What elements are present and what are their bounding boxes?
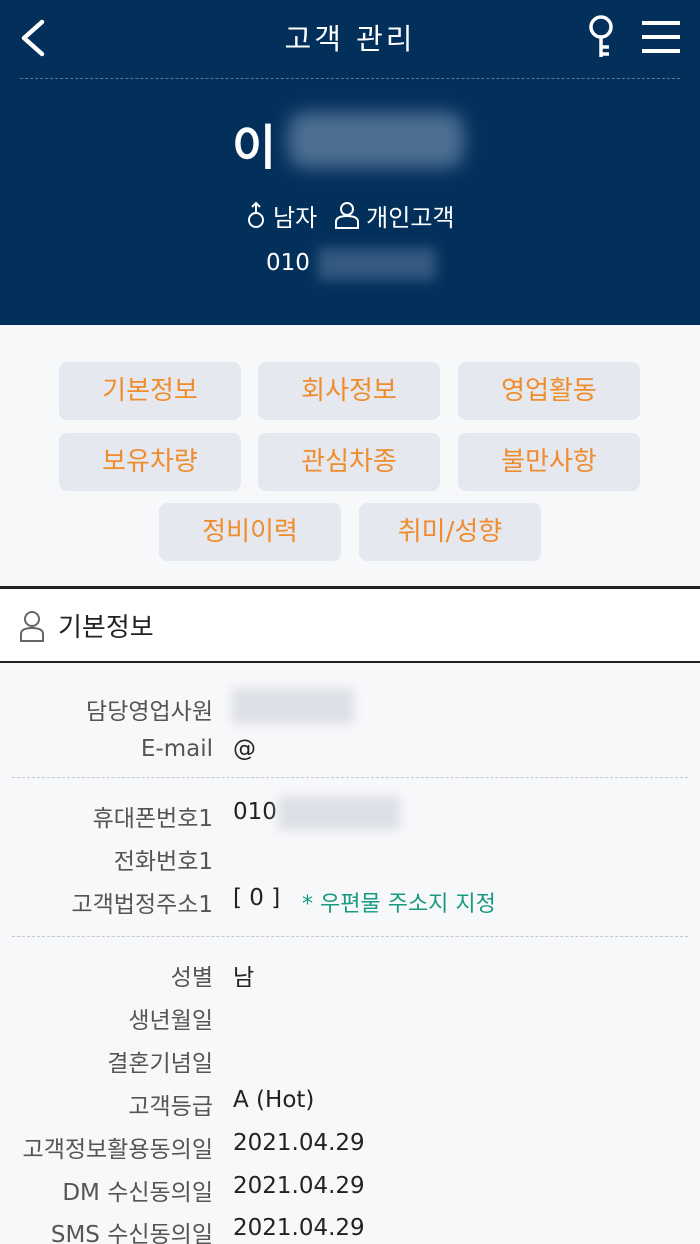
person-icon [335,202,360,229]
key-button[interactable] [584,14,618,60]
redacted-sales-rep [232,688,354,724]
grade-label: 고객등급 [128,1094,213,1120]
tab-owned-vehicles[interactable]: 보유차량 [59,433,241,491]
dm-consent-label: DM 수신동의일 [62,1180,213,1206]
key-icon [589,15,613,57]
sales-rep-label: 담당영업사원 [86,699,213,725]
gender-label: 성별 [170,965,213,991]
customer-header: 고객 관리 이 남자 개인고객 010 [0,0,700,325]
section-header: 기본정보 [0,589,700,661]
header-zigzag-edge [0,315,700,325]
tab-hobbies[interactable]: 취미/성향 [359,503,541,561]
tab-company-info[interactable]: 회사정보 [258,362,440,420]
redacted-name [288,112,464,168]
email-label: E-mail [140,736,213,762]
section-bottom-rule [0,661,700,663]
row-divider [12,777,688,778]
section-title: 기본정보 [58,613,154,643]
address-value: [ 0 ] [233,885,281,911]
menu-button[interactable] [640,18,682,56]
person-icon [20,611,44,642]
sms-consent-label: SMS 수신동의일 [50,1222,213,1244]
tel-label: 전화번호1 [113,849,213,875]
consent-value: 2021.04.29 [233,1130,365,1156]
address-label: 고객법정주소1 [71,892,213,918]
mobile-value: 010 [233,799,277,825]
dm-consent-value: 2021.04.29 [233,1173,365,1199]
mail-address-note[interactable]: * 우편물 주소지 지정 [302,886,496,918]
gender-value: 남 [233,965,255,991]
tab-interest-models[interactable]: 관심차종 [258,433,440,491]
tab-complaints[interactable]: 불만사항 [458,433,640,491]
mobile-label: 휴대폰번호1 [92,806,213,832]
customer-type-tag: 개인고객 [366,203,455,232]
email-value: @ [233,736,256,762]
redacted-mobile [278,796,400,830]
header-divider [20,78,680,79]
birthday-label: 생년월일 [128,1008,213,1034]
consent-label: 고객정보활용동의일 [22,1137,213,1163]
tab-sales-activity[interactable]: 영업활동 [458,362,640,420]
gender-tag: 남자 [273,203,318,232]
male-icon [248,201,264,228]
customer-name: 이 [232,120,277,176]
tab-basic-info[interactable]: 기본정보 [59,362,241,420]
sms-consent-value: 2021.04.29 [233,1215,365,1241]
tab-service-history[interactable]: 정비이력 [159,503,341,561]
header-phone: 010 [266,250,310,276]
redacted-phone [318,248,436,280]
customer-tags: 남자 개인고객 [244,198,455,232]
hamburger-menu-icon [642,21,680,53]
top-bar: 고객 관리 [0,0,700,78]
anniversary-label: 결혼기념일 [107,1051,213,1077]
row-divider [12,936,688,937]
grade-value: A (Hot) [233,1087,315,1113]
